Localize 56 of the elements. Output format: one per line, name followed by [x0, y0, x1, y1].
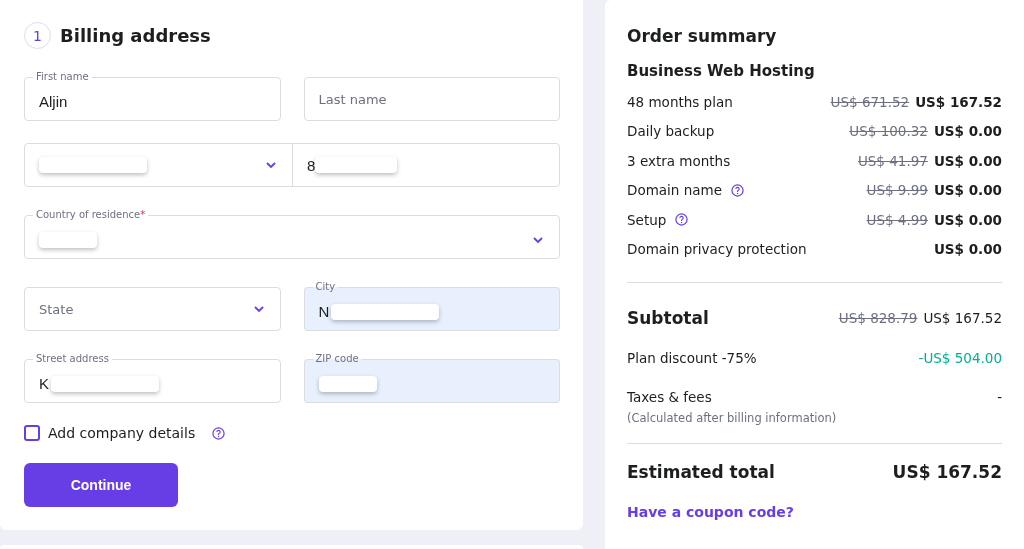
input-field[interactable]: ZIP code — [303, 353, 560, 403]
item-price: US$ 0.00 — [933, 182, 1002, 199]
field-placeholder: State — [39, 301, 74, 317]
field-label: Street address — [35, 353, 110, 365]
continue-button[interactable]: Continue — [24, 463, 178, 507]
input-field[interactable]: Last name — [303, 77, 560, 121]
item-label: Daily backup — [627, 123, 715, 140]
field-placeholder: Last name — [318, 91, 387, 107]
field-value: 8 — [307, 156, 316, 174]
coupon-link[interactable]: Have a coupon code? — [627, 504, 794, 520]
field-value: K — [39, 375, 49, 392]
item-price: US$ 0.00 — [933, 152, 1002, 169]
input-field[interactable]: City N — [303, 281, 560, 331]
product-name: Business Web Hosting — [627, 62, 816, 80]
checkbox-label: Add company details — [48, 425, 196, 441]
field-label: Country of residence* — [35, 209, 147, 221]
taxes-note: (Calculated after billing information) — [627, 411, 837, 425]
field-value: N — [318, 303, 330, 320]
item-label: Setup — [627, 211, 667, 228]
checkbox[interactable] — [24, 425, 40, 441]
item-label: Domain privacy protection — [627, 241, 807, 258]
help-icon[interactable] — [212, 426, 226, 440]
old-price: US$ 100.32 — [849, 123, 928, 140]
input-field[interactable]: First name Aljin — [24, 71, 281, 121]
old-price: US$ 41.97 — [857, 152, 928, 169]
item-price: US$ 0.00 — [933, 211, 1002, 228]
subtotal-price: US$ 167.52 — [923, 310, 1002, 326]
old-price: US$ 9.99 — [866, 182, 928, 199]
discount-label: Plan discount -75% — [627, 350, 757, 366]
item-label: 48 months plan — [627, 93, 733, 110]
old-price: US$ 4.99 — [866, 211, 928, 228]
item-price: US$ 0.00 — [933, 123, 1002, 140]
field-label: ZIP code — [314, 353, 360, 365]
field-label: First name — [35, 71, 90, 83]
input-field[interactable]: Street address K — [24, 353, 281, 403]
item-price: US$ 0.00 — [933, 241, 1002, 258]
total-label: Estimated total — [627, 462, 775, 482]
help-icon[interactable] — [675, 213, 689, 227]
total-value: US$ 167.52 — [892, 462, 1002, 482]
old-price: US$ 828.79 — [838, 310, 918, 326]
section-title: Billing address — [60, 25, 211, 46]
discount-value: -US$ 504.00 — [918, 350, 1002, 366]
select-field[interactable]: State — [24, 287, 281, 331]
item-label: 3 extra months — [627, 152, 731, 169]
taxes-value: - — [997, 389, 1002, 407]
field-value: Aljin — [39, 93, 68, 110]
phone-field[interactable]: 8 — [24, 143, 560, 187]
summary-title: Order summary — [627, 26, 778, 46]
taxes-label: Taxes & fees — [627, 389, 713, 405]
field-label: City — [314, 281, 337, 293]
item-label: Domain name — [627, 182, 722, 199]
help-icon[interactable] — [730, 183, 744, 197]
item-price: US$ 167.52 — [915, 93, 1002, 110]
select-field[interactable]: Country of residence* — [24, 209, 560, 259]
old-price: US$ 671.52 — [830, 93, 910, 110]
subtotal-label: Subtotal — [627, 308, 709, 328]
